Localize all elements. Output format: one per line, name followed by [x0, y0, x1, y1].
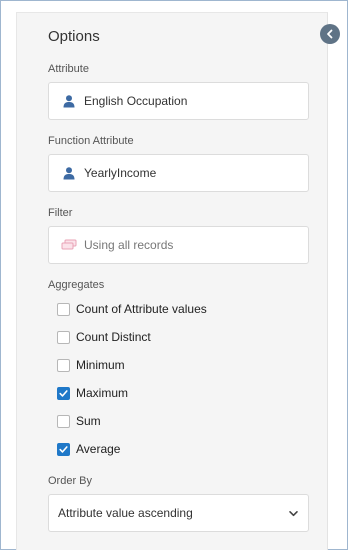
order-by-select[interactable]: Attribute value ascending — [48, 494, 309, 532]
filter-field[interactable]: Using all records — [48, 226, 309, 264]
collapse-panel-button[interactable] — [320, 24, 340, 44]
aggregate-option-average[interactable]: Average — [57, 440, 120, 458]
order-by-label: Order By — [48, 475, 93, 487]
checkbox-label: Sum — [76, 414, 101, 428]
function-attribute-value: YearlyIncome — [84, 166, 157, 180]
checkbox[interactable] — [57, 302, 70, 316]
aggregate-option-count-distinct[interactable]: Count Distinct — [57, 328, 151, 346]
checkbox[interactable] — [57, 414, 70, 428]
filter-label: Filter — [48, 207, 73, 219]
checkbox-label: Maximum — [76, 386, 129, 400]
checkbox[interactable] — [57, 358, 70, 372]
filter-value: Using all records — [84, 238, 174, 252]
checkbox-checked[interactable] — [57, 442, 70, 456]
panel-title: Options — [48, 28, 100, 45]
aggregate-option-minimum[interactable]: Minimum — [57, 356, 125, 374]
aggregate-option-count-values[interactable]: Count of Attribute values — [57, 300, 207, 318]
checkbox-label: Average — [76, 442, 121, 456]
checkbox[interactable] — [57, 330, 70, 344]
checkmark-icon — [59, 445, 68, 453]
attribute-label: Attribute — [48, 63, 89, 75]
checkbox-label: Count of Attribute values — [76, 302, 207, 316]
user-icon — [61, 93, 77, 109]
left-gutter — [1, 1, 16, 549]
function-attribute-field[interactable]: YearlyIncome — [48, 154, 309, 192]
user-icon — [61, 165, 77, 181]
checkmark-icon — [59, 389, 68, 397]
attribute-field[interactable]: English Occupation — [48, 82, 309, 120]
filter-records-icon — [61, 237, 77, 253]
order-by-value: Attribute value ascending — [58, 506, 193, 520]
checkbox-label: Minimum — [76, 358, 125, 372]
aggregates-label: Aggregates — [48, 279, 105, 291]
aggregate-option-maximum[interactable]: Maximum — [57, 384, 128, 402]
checkbox-label: Count Distinct — [76, 330, 151, 344]
checkbox-checked[interactable] — [57, 386, 70, 400]
chevron-down-icon — [287, 507, 299, 519]
aggregate-option-sum[interactable]: Sum — [57, 412, 101, 430]
attribute-value: English Occupation — [84, 94, 188, 108]
chevron-left-icon — [327, 29, 333, 39]
right-gutter — [328, 1, 347, 549]
function-attribute-label: Function Attribute — [48, 135, 134, 147]
